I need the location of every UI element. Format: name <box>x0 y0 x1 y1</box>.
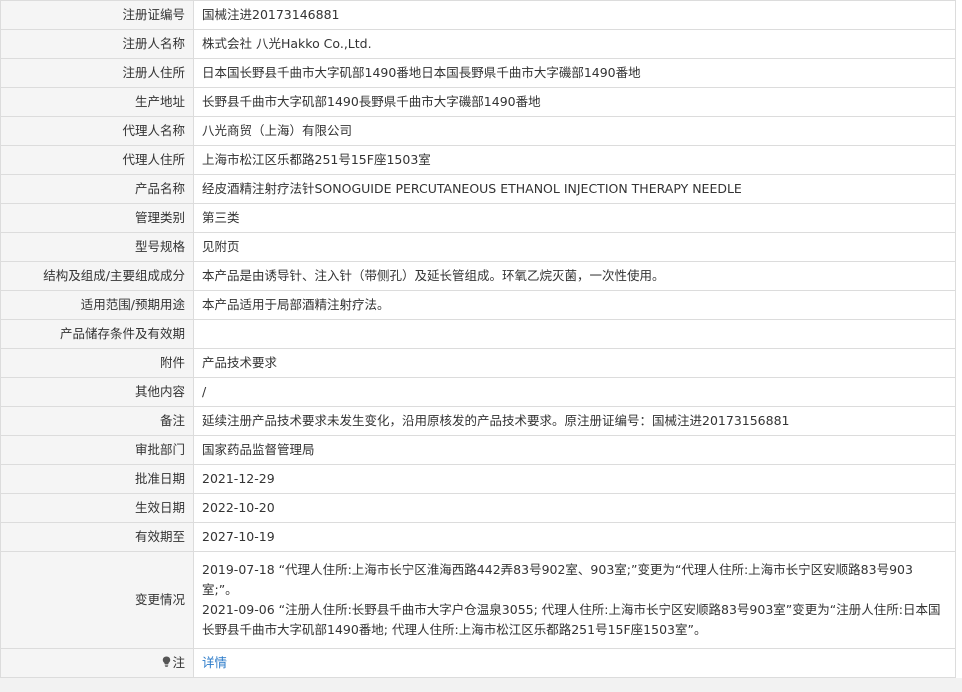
row-label: 生效日期 <box>0 493 194 523</box>
table-row: 批准日期 2021-12-29 <box>0 464 956 494</box>
row-value: 本产品适用于局部酒精注射疗法。 <box>193 290 956 320</box>
row-value: 上海市松江区乐都路251号15F座1503室 <box>193 145 956 175</box>
change-entry: 2019-07-18 “代理人住所:上海市长宁区淮海西路442弄83号902室、… <box>202 562 913 597</box>
row-value: 八光商贸（上海）有限公司 <box>193 116 956 146</box>
row-value: 2021-12-29 <box>193 464 956 494</box>
table-row: 附件 产品技术要求 <box>0 348 956 378</box>
table-row: 注册人住所 日本国长野县千曲市大字矶部1490番地日本国長野県千曲市大字磯部14… <box>0 58 956 88</box>
row-value: 延续注册产品技术要求未发生变化，沿用原核发的产品技术要求。原注册证编号：国械注进… <box>193 406 956 436</box>
row-value: 经皮酒精注射疗法针SONOGUIDE PERCUTANEOUS ETHANOL … <box>193 174 956 204</box>
table-row: 注册证编号 国械注进20173146881 <box>0 0 956 30</box>
table-row: 产品名称 经皮酒精注射疗法针SONOGUIDE PERCUTANEOUS ETH… <box>0 174 956 204</box>
row-label: 结构及组成/主要组成成分 <box>0 261 194 291</box>
change-entry: 2021-09-06 “注册人住所:长野县千曲市大字户仓温泉3055; 代理人住… <box>202 602 941 637</box>
row-value: 国家药品监督管理局 <box>193 435 956 465</box>
row-label: 管理类别 <box>0 203 194 233</box>
row-label: 产品名称 <box>0 174 194 204</box>
row-value: 2027-10-19 <box>193 522 956 552</box>
row-label: 其他内容 <box>0 377 194 407</box>
row-value: 2022-10-20 <box>193 493 956 523</box>
table-row: 代理人名称 八光商贸（上海）有限公司 <box>0 116 956 146</box>
row-label: 生产地址 <box>0 87 194 117</box>
row-label: 备注 <box>0 406 194 436</box>
table-row: 适用范围/预期用途 本产品适用于局部酒精注射疗法。 <box>0 290 956 320</box>
row-value: / <box>193 377 956 407</box>
row-label: 适用范围/预期用途 <box>0 290 194 320</box>
row-label: 注册证编号 <box>0 0 194 30</box>
table-row: 生产地址 长野县千曲市大字矶部1490長野県千曲市大字磯部1490番地 <box>0 87 956 117</box>
note-value: 详情 <box>193 648 956 678</box>
row-label: 批准日期 <box>0 464 194 494</box>
table-row: 有效期至 2027-10-19 <box>0 522 956 552</box>
table-row: 其他内容 / <box>0 377 956 407</box>
bottom-scroll-strip <box>0 678 962 692</box>
table-row: 生效日期 2022-10-20 <box>0 493 956 523</box>
table-row: 注册人名称 株式会社 八光Hakko Co.,Ltd. <box>0 29 956 59</box>
row-label: 附件 <box>0 348 194 378</box>
details-link[interactable]: 详情 <box>202 655 227 670</box>
table-row: 结构及组成/主要组成成分 本产品是由诱导针、注入针（带侧孔）及延长管组成。环氧乙… <box>0 261 956 291</box>
lightbulb-icon <box>162 654 171 674</box>
row-value: 国械注进20173146881 <box>193 0 956 30</box>
row-value: 株式会社 八光Hakko Co.,Ltd. <box>193 29 956 59</box>
row-value: 日本国长野县千曲市大字矶部1490番地日本国長野県千曲市大字磯部1490番地 <box>193 58 956 88</box>
registration-detail-table: 注册证编号 国械注进20173146881 注册人名称 株式会社 八光Hakko… <box>0 0 956 678</box>
note-label-cell: 注 <box>0 648 194 678</box>
table-row: 审批部门 国家药品监督管理局 <box>0 435 956 465</box>
table-row: 代理人住所 上海市松江区乐都路251号15F座1503室 <box>0 145 956 175</box>
row-value: 第三类 <box>193 203 956 233</box>
table-row: 管理类别 第三类 <box>0 203 956 233</box>
row-value: 见附页 <box>193 232 956 262</box>
row-label: 有效期至 <box>0 522 194 552</box>
row-value: 长野县千曲市大字矶部1490長野県千曲市大字磯部1490番地 <box>193 87 956 117</box>
row-label: 注册人住所 <box>0 58 194 88</box>
change-history-label: 变更情况 <box>0 551 194 649</box>
table-row: 备注 延续注册产品技术要求未发生变化，沿用原核发的产品技术要求。原注册证编号：国… <box>0 406 956 436</box>
table-row: 产品储存条件及有效期 <box>0 319 956 349</box>
table-row: 型号规格 见附页 <box>0 232 956 262</box>
row-label: 代理人名称 <box>0 116 194 146</box>
row-value <box>193 319 956 349</box>
change-history-row: 变更情况 2019-07-18 “代理人住所:上海市长宁区淮海西路442弄83号… <box>0 551 956 649</box>
row-label: 型号规格 <box>0 232 194 262</box>
note-label: 注 <box>172 654 185 670</box>
row-label: 注册人名称 <box>0 29 194 59</box>
row-value: 产品技术要求 <box>193 348 956 378</box>
note-row: 注 详情 <box>0 648 956 678</box>
row-label: 产品储存条件及有效期 <box>0 319 194 349</box>
row-label: 审批部门 <box>0 435 194 465</box>
row-value: 本产品是由诱导针、注入针（带侧孔）及延长管组成。环氧乙烷灭菌，一次性使用。 <box>193 261 956 291</box>
change-history-value: 2019-07-18 “代理人住所:上海市长宁区淮海西路442弄83号902室、… <box>193 551 956 649</box>
row-label: 代理人住所 <box>0 145 194 175</box>
